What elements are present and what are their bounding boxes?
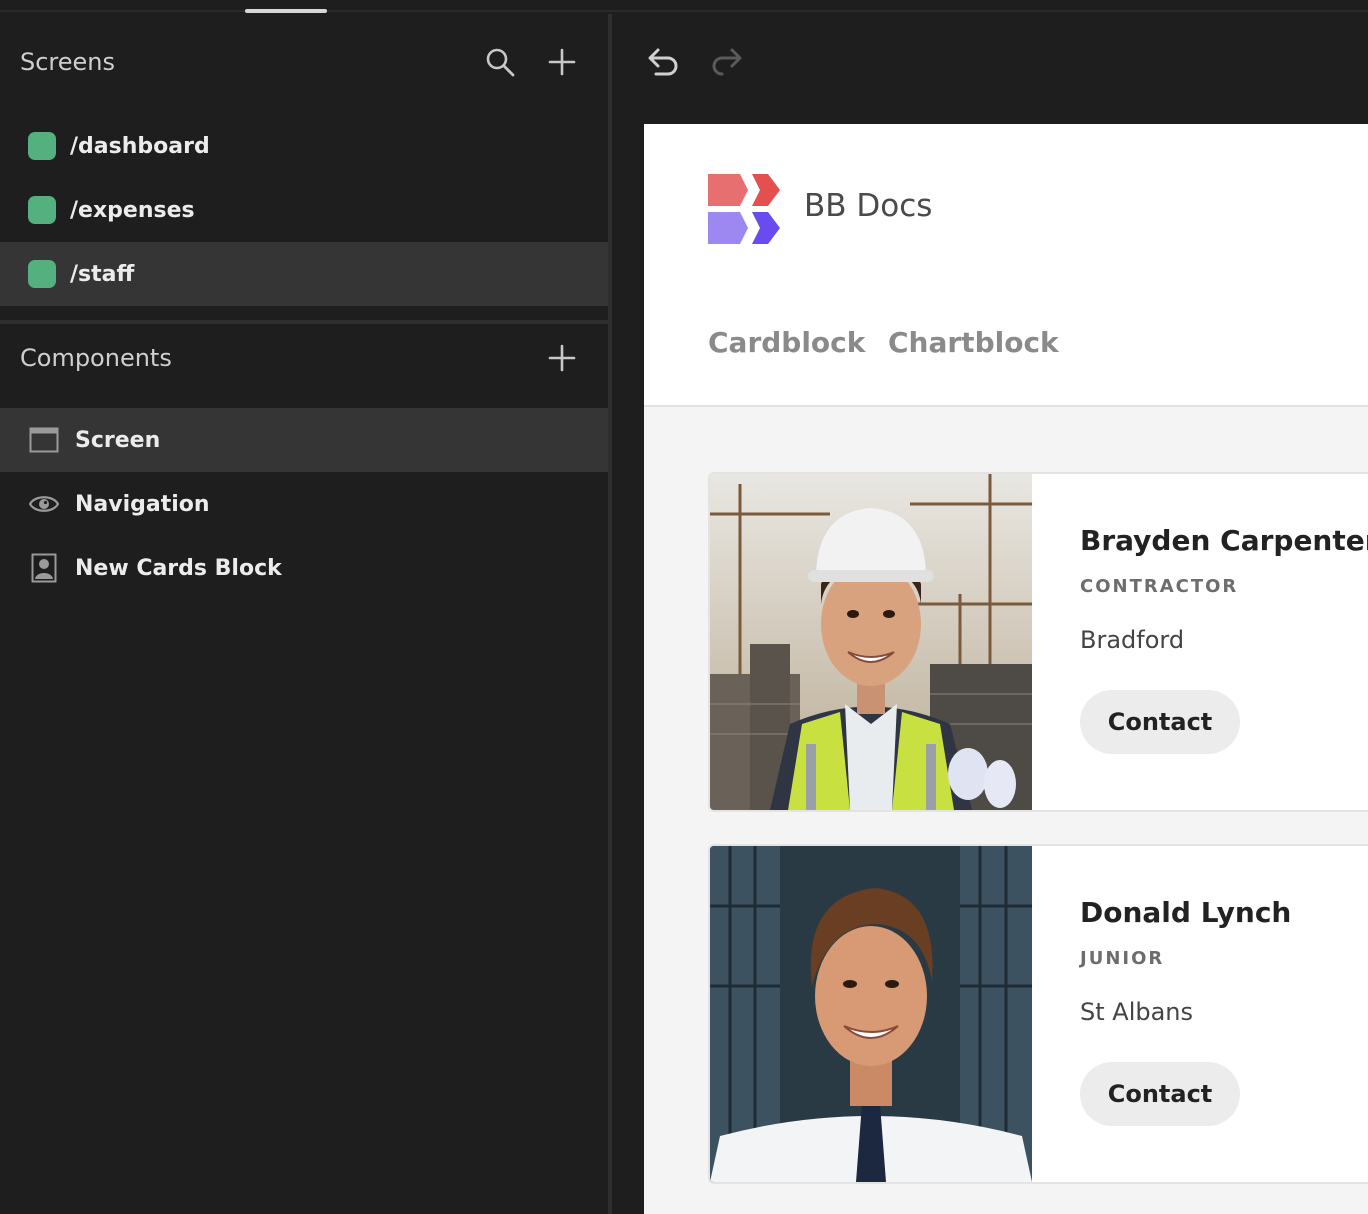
active-tab-indicator[interactable] xyxy=(245,9,327,13)
screens-title: Screens xyxy=(20,48,116,76)
screen-item-expenses[interactable]: /expenses xyxy=(0,178,608,242)
staff-name: Brayden Carpenter xyxy=(1080,524,1368,557)
app-header: BB Docs Cardblock Chartblock xyxy=(644,124,1368,407)
left-panel: Screens /dashboard /expenses /staff Comp… xyxy=(0,14,608,1214)
staff-name: Donald Lynch xyxy=(1080,896,1292,929)
component-item-screen[interactable]: Screen xyxy=(0,408,608,472)
brand-name: BB Docs xyxy=(804,188,933,224)
nav-link-cardblock[interactable]: Cardblock xyxy=(708,326,865,359)
component-item-label: Screen xyxy=(75,427,161,453)
staff-location: St Albans xyxy=(1080,998,1194,1026)
top-tab-strip xyxy=(0,0,1368,13)
staff-location: Bradford xyxy=(1080,626,1185,654)
screen-status-dot xyxy=(28,260,56,288)
redo-button[interactable] xyxy=(708,42,748,82)
eye-icon xyxy=(28,488,60,520)
window-icon xyxy=(28,424,60,456)
staff-role: JUNIOR xyxy=(1080,948,1165,969)
screen-item-label: /staff xyxy=(70,261,135,287)
search-icon[interactable] xyxy=(482,44,518,80)
plus-icon xyxy=(548,344,576,372)
screen-item-staff[interactable]: /staff xyxy=(0,242,608,306)
contact-button[interactable]: Contact xyxy=(1080,690,1240,754)
undo-icon xyxy=(648,48,678,76)
components-title: Components xyxy=(20,344,172,372)
staff-photo xyxy=(710,474,1032,810)
components-header: Components xyxy=(0,326,608,390)
component-item-label: Navigation xyxy=(75,491,210,517)
component-item-navigation[interactable]: Navigation xyxy=(0,472,608,536)
undo-button[interactable] xyxy=(642,42,682,82)
screen-item-dashboard[interactable]: /dashboard xyxy=(0,114,608,178)
nav-link-chartblock[interactable]: Chartblock xyxy=(888,326,1059,359)
bb-logo-icon xyxy=(708,174,780,244)
staff-photo xyxy=(710,846,1032,1182)
add-screen-button[interactable] xyxy=(544,44,580,80)
screen-item-label: /dashboard xyxy=(70,133,210,159)
redo-icon xyxy=(712,48,742,76)
component-item-label: New Cards Block xyxy=(75,555,282,581)
screen-status-dot xyxy=(28,132,56,160)
app-preview: BB Docs Cardblock Chartblock Brayden Car… xyxy=(644,124,1368,1214)
staff-card: Brayden Carpenter CONTRACTOR Bradford Co… xyxy=(708,472,1368,812)
add-component-button[interactable] xyxy=(544,340,580,376)
component-item-new-cards-block[interactable]: New Cards Block xyxy=(0,536,608,600)
plus-icon xyxy=(548,48,576,76)
screen-status-dot xyxy=(28,196,56,224)
staff-card: Donald Lynch JUNIOR St Albans Contact xyxy=(708,844,1368,1184)
contact-button[interactable]: Contact xyxy=(1080,1062,1240,1126)
person-card-icon xyxy=(28,552,60,584)
screen-item-label: /expenses xyxy=(70,197,195,223)
section-divider xyxy=(0,320,608,324)
staff-role: CONTRACTOR xyxy=(1080,576,1239,597)
